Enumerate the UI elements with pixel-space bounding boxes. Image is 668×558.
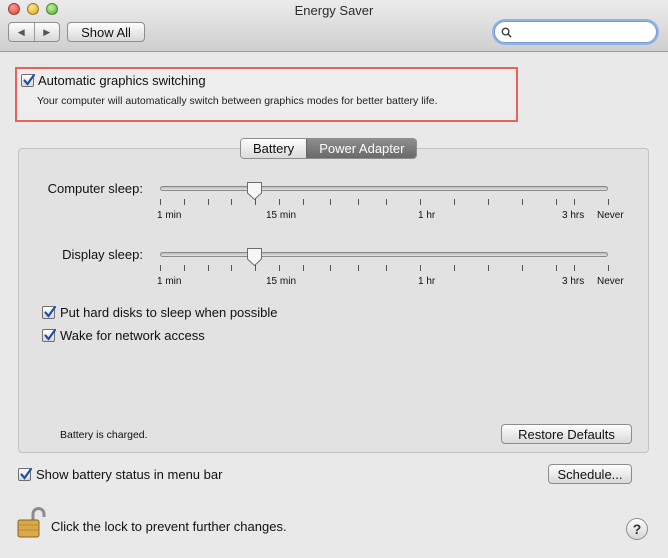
- titlebar: Energy Saver ◀ ▶ Show All: [0, 0, 668, 52]
- restore-defaults-button[interactable]: Restore Defaults: [501, 424, 632, 444]
- display-sleep-tick-never: Never: [597, 276, 624, 287]
- checkmark-icon: [20, 467, 33, 480]
- computer-sleep-tick-never: Never: [597, 210, 624, 221]
- help-button[interactable]: ?: [626, 518, 648, 540]
- computer-sleep-tick-3hrs: 3 hrs: [562, 210, 585, 221]
- back-arrow-icon: ◀: [17, 26, 25, 37]
- forward-button[interactable]: ▶: [33, 23, 60, 41]
- search-field[interactable]: [494, 21, 657, 43]
- checkmark-icon: [44, 328, 57, 341]
- show-all-button[interactable]: Show All: [67, 22, 145, 42]
- display-sleep-ticks: [160, 265, 612, 273]
- display-sleep-track[interactable]: [160, 252, 608, 257]
- graphics-switching-description: Your computer will automatically switch …: [37, 95, 438, 107]
- menu-bar-status-label: Show battery status in menu bar: [36, 467, 223, 482]
- menu-bar-status-checkbox[interactable]: [18, 467, 33, 481]
- display-sleep-label: Display sleep:: [62, 247, 143, 262]
- schedule-button[interactable]: Schedule...: [548, 464, 632, 484]
- display-sleep-tick-1min: 1 min: [157, 276, 182, 287]
- back-forward-control: ◀ ▶: [8, 22, 60, 42]
- search-icon: [501, 27, 512, 38]
- battery-status-text: Battery is charged.: [60, 429, 148, 441]
- forward-arrow-icon: ▶: [43, 26, 51, 37]
- hard-disks-sleep-checkbox[interactable]: [42, 305, 57, 319]
- tab-power-adapter[interactable]: Power Adapter: [306, 139, 417, 158]
- computer-sleep-ticks: [160, 199, 612, 207]
- hard-disks-sleep-row[interactable]: Put hard disks to sleep when possible: [42, 305, 278, 320]
- display-sleep-knob[interactable]: [246, 247, 263, 267]
- tab-battery[interactable]: Battery: [241, 139, 307, 158]
- search-input[interactable]: [512, 24, 642, 40]
- display-sleep-tick-15min: 15 min: [266, 276, 297, 287]
- hard-disks-sleep-label: Put hard disks to sleep when possible: [60, 305, 278, 320]
- computer-sleep-knob[interactable]: [246, 181, 263, 201]
- checkmark-icon: [44, 305, 57, 318]
- back-button[interactable]: ◀: [9, 23, 34, 41]
- lock-message: Click the lock to prevent further change…: [51, 519, 287, 534]
- energy-saver-window: Energy Saver ◀ ▶ Show All Automatic grap…: [0, 0, 668, 558]
- wake-network-label: Wake for network access: [60, 328, 205, 343]
- computer-sleep-tick-1hr: 1 hr: [418, 210, 436, 221]
- menu-bar-status-row[interactable]: Show battery status in menu bar: [18, 467, 222, 482]
- graphics-switching-label: Automatic graphics switching: [38, 73, 206, 88]
- computer-sleep-tick-1min: 1 min: [157, 210, 182, 221]
- computer-sleep-label: Computer sleep:: [47, 181, 143, 196]
- window-title: Energy Saver: [294, 3, 374, 18]
- wake-network-checkbox[interactable]: [42, 328, 57, 342]
- graphics-switching-checkbox[interactable]: [21, 73, 36, 87]
- power-source-tabs: Battery Power Adapter: [240, 138, 418, 159]
- unlocked-lock-icon[interactable]: [16, 507, 46, 539]
- display-sleep-tick-3hrs: 3 hrs: [562, 276, 585, 287]
- checkmark-icon: [23, 73, 36, 86]
- computer-sleep-track[interactable]: [160, 186, 608, 191]
- display-sleep-tick-1hr: 1 hr: [418, 276, 436, 287]
- wake-network-row[interactable]: Wake for network access: [42, 328, 205, 343]
- computer-sleep-tick-15min: 15 min: [266, 210, 297, 221]
- graphics-switching-row[interactable]: Automatic graphics switching: [21, 73, 206, 88]
